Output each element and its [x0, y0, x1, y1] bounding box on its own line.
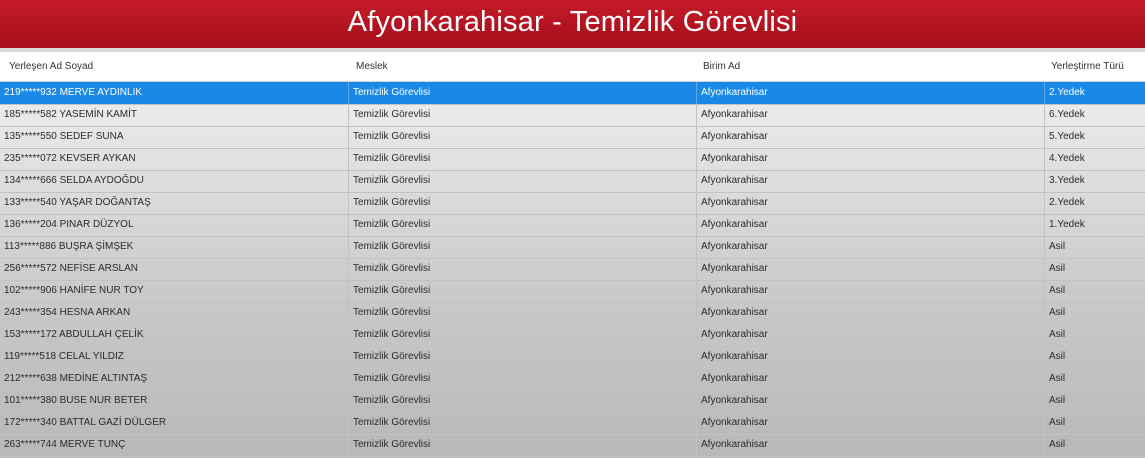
table-row[interactable]: 235*****072 KEVSER AYKAN Temizlik Görevli…	[0, 148, 1145, 171]
cell-unit: Afyonkarahisar	[696, 126, 1044, 148]
cell-name: 113*****886 BUŞRA ŞİMŞEK	[4, 241, 134, 252]
cell-placement-type: 5.Yedek	[1044, 126, 1145, 148]
cell-unit: Afyonkarahisar	[696, 302, 1044, 324]
cell-occupation: Temizlik Görevlisi	[348, 236, 696, 258]
table-row[interactable]: 212*****638 MEDİNE ALTINTAŞ Temizlik Göre…	[0, 368, 1145, 391]
cell-placement-type: 1.Yedek	[1044, 214, 1145, 236]
cell-occupation: Temizlik Görevlisi	[348, 324, 696, 346]
placement-table: Yerleşen Ad Soyad Meslek Birim Ad Yerleş…	[0, 52, 1145, 458]
cell-unit: Afyonkarahisar	[696, 258, 1044, 280]
cell-placement-type: Asil	[1044, 368, 1145, 390]
cell-name: 134*****666 SELDA AYDOĞDU	[4, 175, 144, 186]
cell-name: 185*****582 YASEMİN KAMİT	[4, 109, 138, 120]
cell-name: 263*****744 MERVE TUNÇ	[4, 439, 126, 450]
cell-occupation: Temizlik Görevlisi	[348, 280, 696, 302]
cell-placement-type: Asil	[1044, 280, 1145, 302]
cell-name: 153*****172 ABDULLAH ÇELİK	[4, 329, 144, 340]
cell-occupation: Temizlik Görevlisi	[348, 148, 696, 170]
cell-unit: Afyonkarahisar	[696, 236, 1044, 258]
table-row[interactable]: 263*****744 MERVE TUNÇ Temizlik Görevlisi…	[0, 434, 1145, 457]
column-header-unit[interactable]: Birim Ad	[703, 52, 740, 81]
cell-placement-type: Asil	[1044, 346, 1145, 368]
table-header: Yerleşen Ad Soyad Meslek Birim Ad Yerleş…	[0, 52, 1145, 82]
cell-placement-type: Asil	[1044, 390, 1145, 412]
title-banner: Afyonkarahisar - Temizlik Görevlisi	[0, 0, 1145, 48]
cell-occupation: Temizlik Görevlisi	[348, 368, 696, 390]
page-title: Afyonkarahisar - Temizlik Görevlisi	[347, 6, 798, 38]
table-row[interactable]: 256*****572 NEFİSE ARSLAN Temizlik Görevl…	[0, 258, 1145, 281]
cell-placement-type: 2.Yedek	[1044, 82, 1145, 104]
table-row[interactable]: 185*****582 YASEMİN KAMİT Temizlik Görevl…	[0, 104, 1145, 127]
cell-occupation: Temizlik Görevlisi	[348, 302, 696, 324]
cell-placement-type: Asil	[1044, 236, 1145, 258]
cell-placement-type: Asil	[1044, 302, 1145, 324]
cell-occupation: Temizlik Görevlisi	[348, 170, 696, 192]
cell-unit: Afyonkarahisar	[696, 434, 1044, 456]
cell-occupation: Temizlik Görevlisi	[348, 82, 696, 104]
table-row[interactable]: 219*****932 MERVE AYDINLIK Temizlik Görev…	[0, 82, 1145, 105]
cell-occupation: Temizlik Görevlisi	[348, 434, 696, 456]
table-row[interactable]: 134*****666 SELDA AYDOĞDU Temizlik Görevl…	[0, 170, 1145, 193]
cell-unit: Afyonkarahisar	[696, 170, 1044, 192]
cell-placement-type: Asil	[1044, 324, 1145, 346]
cell-name: 136*****204 PINAR DÜZYOL	[4, 219, 134, 230]
table-row[interactable]: 133*****540 YAŞAR DOĞANTAŞ Temizlik Görev…	[0, 192, 1145, 215]
table-row[interactable]: 119*****518 CELAL YILDIZ Temizlik Görevli…	[0, 346, 1145, 369]
cell-name: 256*****572 NEFİSE ARSLAN	[4, 263, 138, 274]
cell-name: 235*****072 KEVSER AYKAN	[4, 153, 136, 164]
cell-unit: Afyonkarahisar	[696, 324, 1044, 346]
cell-placement-type: 4.Yedek	[1044, 148, 1145, 170]
cell-unit: Afyonkarahisar	[696, 390, 1044, 412]
cell-name: 219*****932 MERVE AYDINLIK	[4, 87, 143, 98]
table-row[interactable]: 101*****380 BUSE NUR BETER Temizlik Görev…	[0, 390, 1145, 413]
cell-name: 172*****340 BATTAL GAZİ DÜLGER	[4, 417, 167, 428]
cell-occupation: Temizlik Görevlisi	[348, 214, 696, 236]
cell-placement-type: 2.Yedek	[1044, 192, 1145, 214]
cell-placement-type: 6.Yedek	[1044, 104, 1145, 126]
cell-unit: Afyonkarahisar	[696, 346, 1044, 368]
column-header-occupation[interactable]: Meslek	[356, 52, 388, 81]
cell-occupation: Temizlik Görevlisi	[348, 192, 696, 214]
cell-occupation: Temizlik Görevlisi	[348, 104, 696, 126]
table-row[interactable]: 243*****354 HESNA ARKAN Temizlik Görevlis…	[0, 302, 1145, 325]
table-row[interactable]: 172*****340 BATTAL GAZİ DÜLGER Temizlik G…	[0, 412, 1145, 435]
column-header-name[interactable]: Yerleşen Ad Soyad	[9, 52, 93, 81]
cell-name: 119*****518 CELAL YILDIZ	[4, 351, 124, 362]
cell-placement-type: Asil	[1044, 412, 1145, 434]
cell-name: 135*****550 SEDEF SUNA	[4, 131, 124, 142]
cell-unit: Afyonkarahisar	[696, 82, 1044, 104]
column-header-placement-type[interactable]: Yerleştirme Türü	[1051, 52, 1124, 81]
cell-unit: Afyonkarahisar	[696, 192, 1044, 214]
cell-name: 212*****638 MEDİNE ALTINTAŞ	[4, 373, 148, 384]
cell-unit: Afyonkarahisar	[696, 280, 1044, 302]
cell-placement-type: Asil	[1044, 434, 1145, 456]
cell-occupation: Temizlik Görevlisi	[348, 258, 696, 280]
cell-occupation: Temizlik Görevlisi	[348, 126, 696, 148]
table-row[interactable]: 102*****906 HANİFE NUR TOY Temizlik Görev…	[0, 280, 1145, 303]
cell-name: 243*****354 HESNA ARKAN	[4, 307, 131, 318]
table-row[interactable]: 135*****550 SEDEF SUNA Temizlik Görevlisi…	[0, 126, 1145, 149]
cell-name: 102*****906 HANİFE NUR TOY	[4, 285, 144, 296]
table-row[interactable]: 136*****204 PINAR DÜZYOL Temizlik Görevli…	[0, 214, 1145, 237]
table-row[interactable]: 153*****172 ABDULLAH ÇELİK Temizlik Görev…	[0, 324, 1145, 347]
cell-occupation: Temizlik Görevlisi	[348, 346, 696, 368]
cell-unit: Afyonkarahisar	[696, 214, 1044, 236]
cell-name: 101*****380 BUSE NUR BETER	[4, 395, 148, 406]
cell-occupation: Temizlik Görevlisi	[348, 412, 696, 434]
table-row[interactable]: 113*****886 BUŞRA ŞİMŞEK Temizlik Görevli…	[0, 236, 1145, 259]
cell-unit: Afyonkarahisar	[696, 412, 1044, 434]
cell-unit: Afyonkarahisar	[696, 368, 1044, 390]
cell-placement-type: Asil	[1044, 258, 1145, 280]
cell-unit: Afyonkarahisar	[696, 148, 1044, 170]
cell-occupation: Temizlik Görevlisi	[348, 390, 696, 412]
cell-unit: Afyonkarahisar	[696, 104, 1044, 126]
cell-name: 133*****540 YAŞAR DOĞANTAŞ	[4, 197, 151, 208]
cell-placement-type: 3.Yedek	[1044, 170, 1145, 192]
